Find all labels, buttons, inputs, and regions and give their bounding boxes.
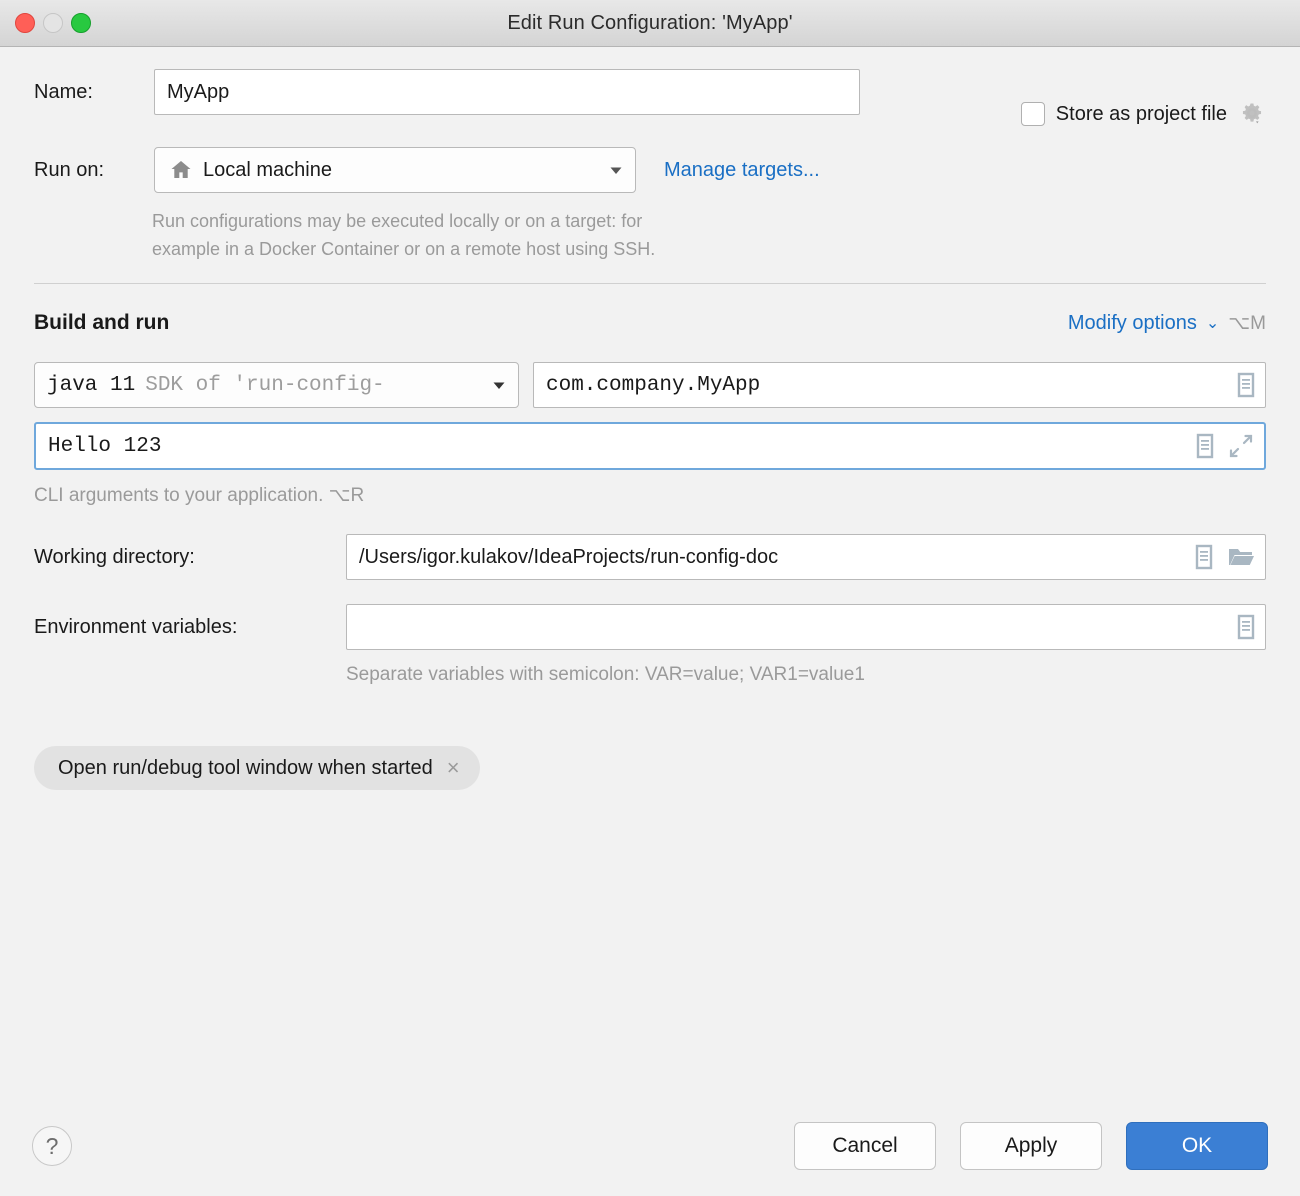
document-list-icon[interactable] — [1235, 372, 1257, 398]
environment-variables-input[interactable] — [346, 604, 1266, 650]
name-input-value: MyApp — [167, 80, 230, 103]
modify-options-link[interactable]: Modify options — [1068, 312, 1197, 335]
run-configuration-dialog: Name: MyApp Store as project file Run on… — [0, 69, 1300, 1196]
modify-options-shortcut: ⌥M — [1228, 312, 1266, 334]
environment-variables-field-icons — [1235, 614, 1257, 640]
dialog-footer: ? Cancel Apply OK — [0, 1110, 1300, 1196]
targets-hint-line2: example in a Docker Container or on a re… — [152, 239, 656, 259]
section-divider — [34, 283, 1266, 284]
zoom-button[interactable] — [71, 13, 91, 33]
sdk-dropdown[interactable]: java 11 SDK of 'run-config- — [34, 362, 519, 408]
run-on-dropdown[interactable]: Local machine — [154, 147, 636, 193]
program-arguments-value: Hello 123 — [48, 434, 162, 458]
working-directory-value: /Users/igor.kulakov/IdeaProjects/run-con… — [359, 545, 779, 568]
program-arguments-field-icons — [1194, 433, 1254, 459]
home-icon — [169, 158, 193, 182]
traffic-lights — [15, 13, 91, 33]
targets-hint: Run configurations may be executed local… — [152, 207, 1266, 263]
close-button[interactable] — [15, 13, 35, 33]
build-and-run-header: Build and run Modify options ⌄ ⌥M — [34, 306, 1266, 340]
working-directory-field-icons — [1193, 544, 1255, 570]
document-list-icon[interactable] — [1194, 433, 1216, 459]
sdk-name: java 11 — [47, 373, 136, 397]
working-directory-row: Working directory: /Users/igor.kulakov/I… — [34, 534, 1266, 580]
cli-arguments-hint: CLI arguments to your application. ⌥R — [34, 485, 365, 506]
options-chips: Open run/debug tool window when started … — [34, 746, 1266, 790]
chevron-down-icon[interactable]: ⌄ — [1206, 313, 1219, 333]
dialog-action-buttons: Cancel Apply OK — [794, 1122, 1268, 1170]
name-input[interactable]: MyApp — [154, 69, 860, 115]
document-list-icon[interactable] — [1235, 614, 1257, 640]
expand-icon[interactable] — [1228, 433, 1254, 459]
sdk-and-main-class-row: java 11 SDK of 'run-config- com.company.… — [34, 362, 1266, 408]
store-as-project-file-label: Store as project file — [1055, 102, 1227, 125]
environment-variables-row: Environment variables: — [34, 604, 1266, 650]
working-directory-input[interactable]: /Users/igor.kulakov/IdeaProjects/run-con… — [346, 534, 1266, 580]
run-on-label: Run on: — [34, 158, 105, 181]
store-as-project-file-row: Store as project file — [1020, 91, 1266, 137]
store-as-project-file-checkbox[interactable] — [1020, 102, 1045, 126]
gear-icon[interactable] — [1238, 100, 1266, 128]
folder-icon[interactable] — [1227, 545, 1255, 569]
working-directory-label: Working directory: — [34, 545, 195, 568]
modify-options-area: Modify options ⌄ ⌥M — [1068, 312, 1266, 335]
window-title: Edit Run Configuration: 'MyApp' — [507, 11, 793, 34]
chevron-down-icon — [484, 376, 508, 394]
close-icon[interactable]: × — [447, 757, 460, 779]
sdk-description: SDK of 'run-config- — [145, 373, 385, 397]
build-and-run-title: Build and run — [34, 311, 170, 334]
name-label: Name: — [34, 80, 93, 103]
main-class-value: com.company.MyApp — [546, 373, 761, 397]
program-arguments-input[interactable]: Hello 123 — [34, 422, 1266, 470]
chip-open-run-debug-tool-window[interactable]: Open run/debug tool window when started … — [34, 746, 480, 790]
main-class-field-icons — [1235, 372, 1257, 398]
ok-button[interactable]: OK — [1126, 1122, 1268, 1170]
chevron-down-icon — [607, 161, 625, 179]
main-class-input[interactable]: com.company.MyApp — [533, 362, 1266, 408]
manage-targets-link[interactable]: Manage targets... — [664, 159, 820, 182]
environment-variables-label: Environment variables: — [34, 615, 238, 638]
run-on-value: Local machine — [203, 158, 332, 181]
environment-variables-hint: Separate variables with semicolon: VAR=v… — [346, 664, 865, 685]
targets-hint-line1: Run configurations may be executed local… — [152, 211, 643, 231]
chip-label: Open run/debug tool window when started — [58, 756, 433, 779]
apply-button[interactable]: Apply — [960, 1122, 1102, 1170]
run-on-row: Run on: Local machine Manage targets... — [34, 147, 1266, 193]
cancel-button[interactable]: Cancel — [794, 1122, 936, 1170]
minimize-button[interactable] — [43, 13, 63, 33]
help-button[interactable]: ? — [32, 1126, 72, 1166]
document-list-icon[interactable] — [1193, 544, 1215, 570]
window-titlebar: Edit Run Configuration: 'MyApp' — [0, 0, 1300, 47]
